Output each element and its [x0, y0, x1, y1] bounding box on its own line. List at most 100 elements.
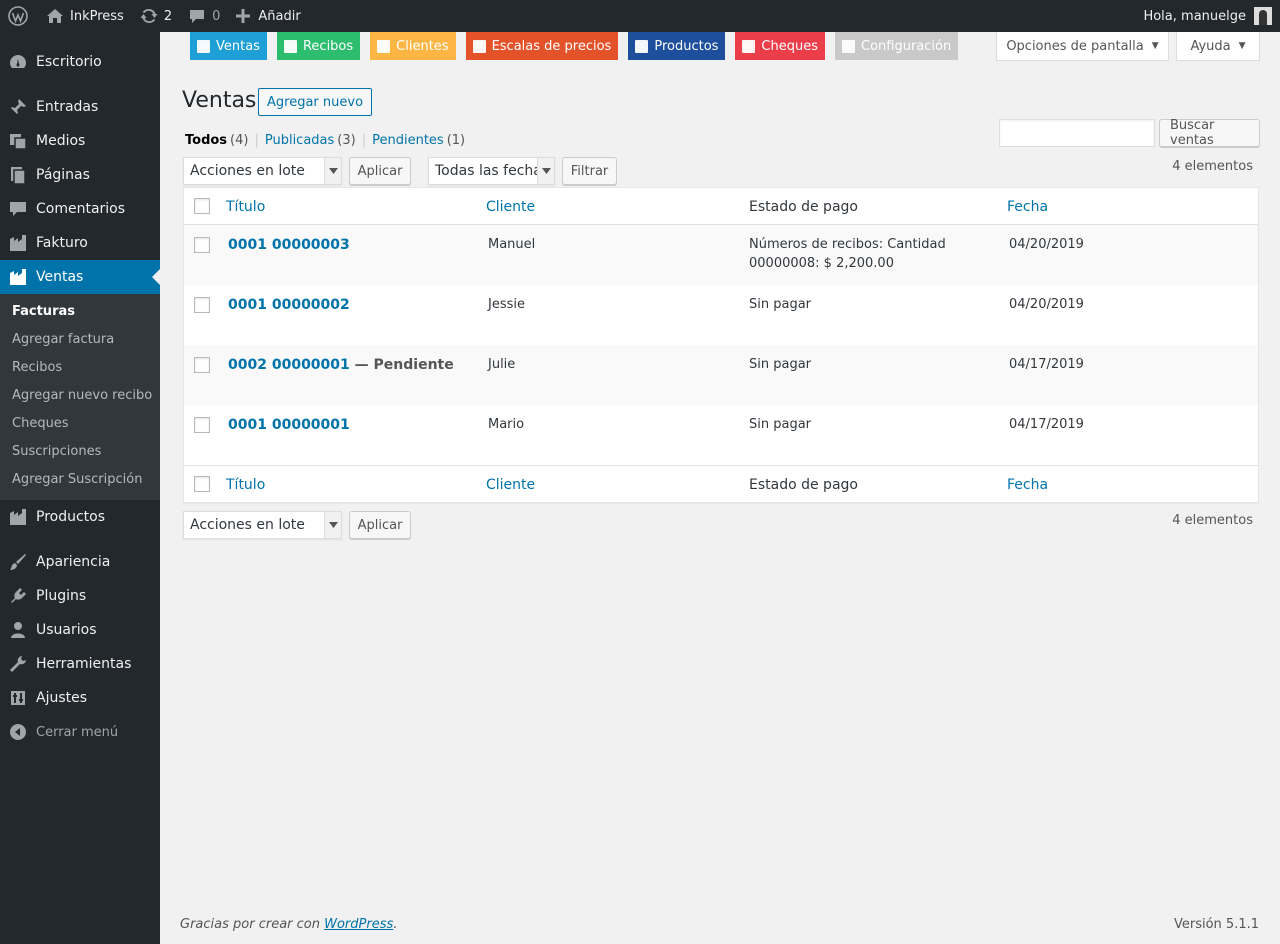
date-filter-select[interactable]: Todas las fechas: [428, 157, 555, 185]
row-title-link[interactable]: 0002 00000001: [228, 357, 350, 373]
menu-dashboard[interactable]: Escritorio: [0, 45, 160, 79]
row-client: Julie: [488, 357, 516, 372]
footer-version: Versión 5.1.1: [1173, 917, 1259, 932]
submenu-agregar-factura[interactable]: Agregar factura: [0, 326, 160, 354]
table-header: Título Cliente Estado de pago Fecha: [184, 188, 1258, 225]
row-date: 04/17/2019: [1009, 417, 1084, 432]
items-count-bottom: 4 elementos: [1172, 513, 1253, 528]
cart-icon: [197, 39, 210, 53]
table-row: 0001 00000003 Manuel Números de recibos:…: [184, 225, 1258, 285]
submenu-agregar-recibo[interactable]: Agregar nuevo recibo: [0, 382, 160, 410]
updates-link[interactable]: 2: [132, 0, 180, 32]
view-published-count: (3): [337, 133, 356, 148]
tab-cheques[interactable]: Cheques: [735, 32, 825, 60]
column-client-sort-bottom[interactable]: Cliente: [486, 477, 535, 493]
admin-sidebar: Escritorio Entradas Medios Páginas Comen…: [0, 32, 160, 944]
row-checkbox[interactable]: [194, 417, 210, 433]
column-date-sort-bottom[interactable]: Fecha: [1007, 477, 1048, 493]
site-name: InkPress: [70, 8, 124, 24]
search-input[interactable]: [999, 119, 1155, 147]
wordpress-logo[interactable]: [0, 0, 38, 32]
add-new-button[interactable]: Agregar nuevo: [258, 88, 373, 116]
row-title-link[interactable]: 0001 00000003: [228, 237, 350, 253]
row-checkbox[interactable]: [194, 237, 210, 253]
bulk-actions-select-bottom[interactable]: Acciones en lote: [183, 511, 342, 539]
row-title-link[interactable]: 0001 00000002: [228, 297, 350, 313]
menu-media[interactable]: Medios: [0, 124, 160, 158]
apply-button-top[interactable]: Aplicar: [349, 157, 411, 185]
tab-configuracion[interactable]: Configuración: [835, 32, 959, 60]
chevron-down-icon: [324, 158, 341, 184]
wordpress-link[interactable]: WordPress: [324, 917, 393, 932]
view-pending[interactable]: Pendientes: [372, 133, 444, 148]
select-all-checkbox[interactable]: [194, 198, 210, 214]
comments-link[interactable]: 0: [180, 0, 228, 32]
collapse-menu-button[interactable]: Cerrar menú: [0, 715, 160, 749]
table-row: 0002 00000001 — Pendiente Julie Sin paga…: [184, 345, 1258, 405]
account-greeting[interactable]: Hola, manuelge: [1143, 9, 1246, 24]
caret-down-icon: ▼: [1238, 41, 1246, 51]
menu-plugins[interactable]: Plugins: [0, 579, 160, 613]
row-client: Jessie: [488, 297, 525, 312]
row-date: 04/17/2019: [1009, 357, 1084, 372]
row-client: Manuel: [488, 237, 536, 252]
menu-users[interactable]: Usuarios: [0, 613, 160, 647]
contacts-icon: [377, 39, 391, 53]
row-payment-state: Números de recibos: Cantidad 00000008: $…: [749, 237, 946, 271]
tab-ventas[interactable]: Ventas: [190, 32, 267, 60]
view-published[interactable]: Publicadas: [265, 133, 334, 148]
row-checkbox[interactable]: [194, 357, 210, 373]
brush-icon: [8, 552, 28, 572]
tab-productos[interactable]: Productos: [628, 32, 726, 60]
row-title-link[interactable]: 0001 00000001: [228, 417, 350, 433]
view-all[interactable]: Todos: [185, 133, 227, 148]
column-payment-state-bottom: Estado de pago: [749, 477, 858, 493]
tab-clientes[interactable]: Clientes: [370, 32, 456, 60]
menu-pages[interactable]: Páginas: [0, 158, 160, 192]
dashboard-icon: [8, 52, 28, 72]
apply-button-bottom[interactable]: Aplicar: [349, 511, 411, 539]
menu-comments[interactable]: Comentarios: [0, 192, 160, 226]
submenu-facturas[interactable]: Facturas: [0, 298, 160, 326]
updates-icon: [140, 8, 158, 24]
tab-recibos[interactable]: Recibos: [276, 32, 361, 60]
tab-escalas-de-precios[interactable]: Escalas de precios: [465, 32, 619, 60]
users-icon: [8, 620, 28, 640]
column-title-sort[interactable]: Título: [226, 199, 265, 215]
table-row: 0001 00000002 Jessie Sin pagar 04/20/201…: [184, 285, 1258, 345]
menu-settings[interactable]: Ajustes: [0, 681, 160, 715]
row-checkbox[interactable]: [194, 297, 210, 313]
price-scale-icon: [472, 39, 486, 53]
site-name-link[interactable]: InkPress: [38, 0, 132, 32]
items-count-top: 4 elementos: [1172, 159, 1253, 174]
menu-appearance[interactable]: Apariencia: [0, 545, 160, 579]
submenu-agregar-suscripcion[interactable]: Agregar Suscripción: [0, 466, 160, 494]
submenu-recibos[interactable]: Recibos: [0, 354, 160, 382]
fakturo-icon: [8, 233, 28, 253]
help-button[interactable]: Ayuda ▼: [1176, 32, 1260, 61]
column-client-sort[interactable]: Cliente: [486, 199, 535, 215]
settings-icon: [842, 39, 855, 53]
comments-count: 0: [212, 8, 221, 24]
media-icon: [8, 131, 28, 151]
filter-button[interactable]: Filtrar: [562, 157, 617, 185]
view-pending-count: (1): [446, 133, 466, 148]
wrench-icon: [8, 654, 28, 674]
column-date-sort[interactable]: Fecha: [1007, 199, 1048, 215]
screen-options-button[interactable]: Opciones de pantalla ▼: [996, 32, 1169, 61]
select-all-checkbox-bottom[interactable]: [194, 476, 210, 492]
menu-productos[interactable]: Productos: [0, 500, 160, 534]
menu-fakturo[interactable]: Fakturo: [0, 226, 160, 260]
bulk-actions-select-top[interactable]: Acciones en lote: [183, 157, 342, 185]
menu-tools[interactable]: Herramientas: [0, 647, 160, 681]
search-button[interactable]: Buscar ventas: [1159, 118, 1260, 148]
submenu-cheques[interactable]: Cheques: [0, 410, 160, 438]
footer-thanks: Gracias por crear con WordPress.: [180, 917, 398, 932]
submenu-suscripciones[interactable]: Suscripciones: [0, 438, 160, 466]
column-title-sort-bottom[interactable]: Título: [226, 477, 265, 493]
new-content-label: Añadir: [258, 8, 301, 24]
menu-ventas[interactable]: Ventas: [0, 260, 160, 294]
menu-posts[interactable]: Entradas: [0, 90, 160, 124]
avatar[interactable]: [1254, 7, 1272, 25]
new-content-link[interactable]: Añadir: [228, 0, 308, 32]
